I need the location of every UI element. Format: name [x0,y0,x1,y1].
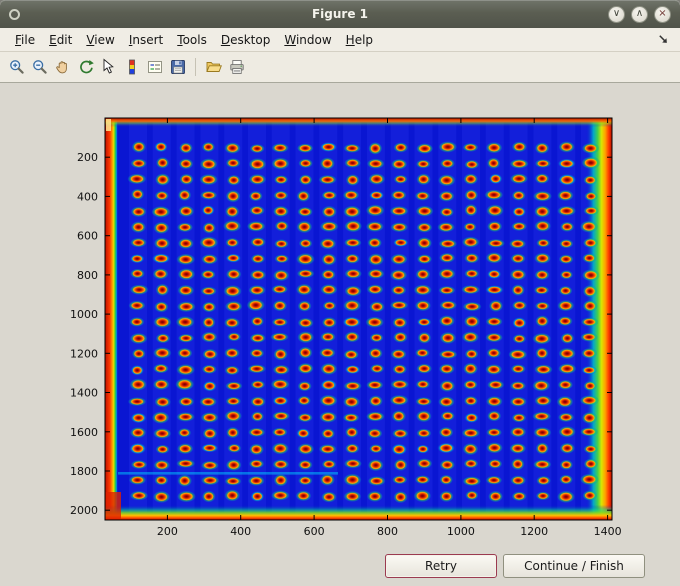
toolbar-separator [195,58,196,76]
zoom-out-icon[interactable] [28,56,51,79]
minimize-button[interactable]: ∨ [608,5,625,23]
menu-item-desktop[interactable]: Desktop [214,30,278,50]
colorbar-icon[interactable] [120,56,143,79]
continue-finish-button[interactable]: Continue / Finish [503,554,645,578]
figure-window: Figure 1 ∨ ∧ × File Edit View Insert Tools Desk… [0,0,680,586]
y-tick-label: 1000 [70,308,98,321]
window-menu-icon[interactable] [9,8,20,20]
open-folder-icon[interactable] [202,56,225,79]
y-tick-label: 200 [77,151,98,164]
toolbar [0,52,680,83]
y-tick-label: 2000 [70,504,98,517]
x-tick-label: 600 [304,525,325,538]
menu-item-tools[interactable]: Tools [170,30,214,50]
figure-plot: 200 400 600 800 1000 1200 1400 200 400 600 800 1000… [70,117,622,538]
titlebar[interactable]: Figure 1 ∨ ∧ × [0,0,680,28]
x-tick-label: 1400 [594,525,622,538]
close-button[interactable]: × [654,5,671,23]
y-tick-label: 600 [77,230,98,243]
pan-hand-icon[interactable] [51,56,74,79]
y-tick-label: 800 [77,269,98,282]
x-tick-label: 200 [157,525,178,538]
x-tick-label: 800 [377,525,398,538]
window-controls: ∨ ∧ × [608,5,671,23]
insert-legend-icon[interactable] [143,56,166,79]
figure-area: 200 400 600 800 1000 1200 1400 200 400 600 800 1000… [0,83,680,586]
menu-item-view[interactable]: View [79,30,121,50]
data-cursor-icon[interactable] [97,56,120,79]
menu-item-insert[interactable]: Insert [122,30,170,50]
y-tick-label: 400 [77,190,98,203]
x-tick-label: 1000 [447,525,475,538]
menu-item-help[interactable]: Help [339,30,380,50]
save-icon[interactable] [166,56,189,79]
plate-image [105,118,612,520]
menubar-items: File Edit View Insert Tools Desktop Window Help [8,30,380,50]
dock-figure-icon[interactable] [657,33,672,46]
menu-item-file[interactable]: File [8,30,42,50]
y-tick-label: 1800 [70,465,98,478]
window-title: Figure 1 [311,7,369,21]
rotate-3d-icon[interactable] [74,56,97,79]
figure-canvas: 200 400 600 800 1000 1200 1400 200 400 600 800 1000… [0,83,680,586]
maximize-button[interactable]: ∧ [631,5,648,23]
retry-button[interactable]: Retry [385,554,497,578]
menubar: File Edit View Insert Tools Desktop Window Help [0,28,680,52]
menu-item-edit[interactable]: Edit [42,30,79,50]
y-tick-label: 1600 [70,426,98,439]
x-tick-label: 1200 [520,525,548,538]
zoom-in-icon[interactable] [5,56,28,79]
y-tick-label: 1200 [70,347,98,360]
x-tick-label: 400 [230,525,251,538]
y-tick-label: 1400 [70,387,98,400]
menu-item-window[interactable]: Window [277,30,338,50]
print-icon[interactable] [225,56,248,79]
